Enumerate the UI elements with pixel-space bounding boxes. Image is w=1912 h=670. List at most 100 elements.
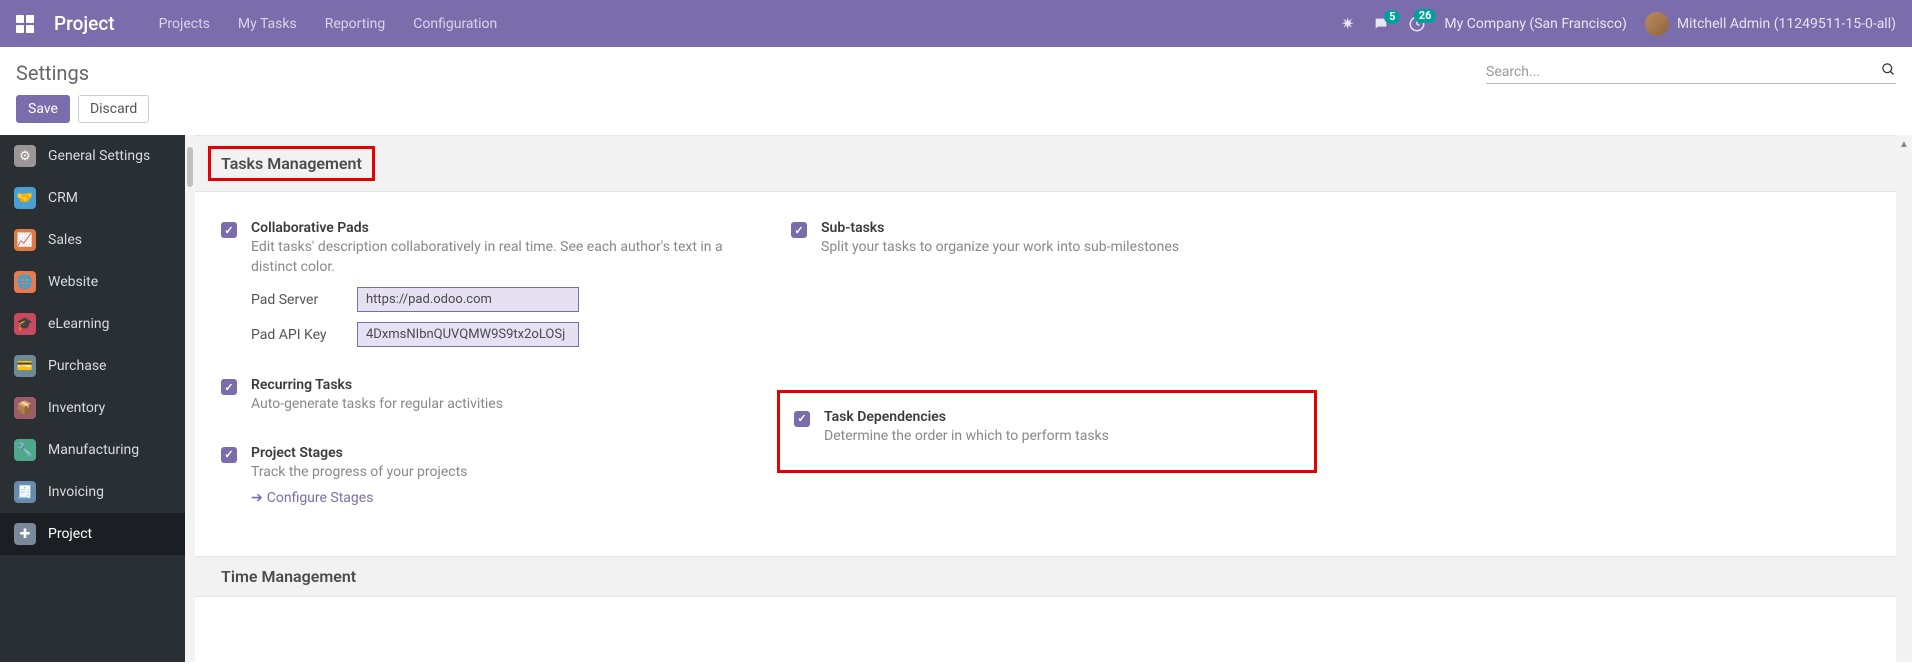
- checkbox-subtasks[interactable]: [791, 222, 807, 238]
- setting-title: Sub-tasks: [821, 220, 1303, 236]
- setting-subtasks: Sub-tasks Split your tasks to organize y…: [777, 212, 1317, 266]
- setting-body: Sub-tasks Split your tasks to organize y…: [821, 220, 1303, 258]
- spacer: [777, 280, 1317, 390]
- setting-body: Project Stages Track the progress of you…: [251, 445, 733, 507]
- nav-link-reporting[interactable]: Reporting: [325, 16, 386, 32]
- debug-icon[interactable]: ✷: [1341, 14, 1354, 33]
- sidebar-scrollbar[interactable]: [185, 135, 195, 662]
- nav-links: Projects My Tasks Reporting Configuratio…: [159, 16, 498, 32]
- sidebar-item-label: eLearning: [48, 316, 109, 332]
- sidebar-item-purchase[interactable]: 💳 Purchase: [0, 345, 185, 387]
- nav-link-mytasks[interactable]: My Tasks: [238, 16, 297, 32]
- invoice-icon: 🧾: [14, 481, 36, 503]
- setting-desc: Track the progress of your projects: [251, 463, 733, 483]
- sidebar-item-general[interactable]: ⚙ General Settings: [0, 135, 185, 177]
- pad-server-row: Pad Server: [251, 287, 733, 312]
- scroll-thumb[interactable]: [187, 147, 193, 187]
- sidebar-item-project[interactable]: ✚ Project: [0, 513, 185, 555]
- settings-content: Tasks Management Collaborative Pads Edit…: [195, 135, 1912, 662]
- card-icon: 💳: [14, 355, 36, 377]
- checkbox-collaborative-pads[interactable]: [221, 222, 237, 238]
- col-left: Collaborative Pads Edit tasks' descripti…: [207, 212, 747, 528]
- scroll-up-icon[interactable]: ▲: [1899, 139, 1909, 150]
- setting-title: Task Dependencies: [824, 409, 1300, 425]
- navbar-left: Project Projects My Tasks Reporting Conf…: [16, 12, 497, 35]
- sidebar-item-sales[interactable]: 📈 Sales: [0, 219, 185, 261]
- setting-desc: Determine the order in which to perform …: [824, 427, 1300, 447]
- checkbox-task-dependencies[interactable]: [794, 411, 810, 427]
- setting-desc: Edit tasks' description collaboratively …: [251, 238, 733, 277]
- pad-api-input[interactable]: [357, 322, 579, 347]
- setting-title: Recurring Tasks: [251, 377, 733, 393]
- apps-icon[interactable]: [16, 15, 34, 33]
- gear-icon: ⚙: [14, 145, 36, 167]
- content-scrollbar[interactable]: ▲: [1896, 135, 1912, 662]
- sidebar-item-manufacturing[interactable]: 🔧 Manufacturing: [0, 429, 185, 471]
- configure-stages-link[interactable]: ➔ Configure Stages: [251, 490, 373, 506]
- sidebar-item-label: Sales: [48, 232, 82, 248]
- chart-icon: 📈: [14, 229, 36, 251]
- globe-icon: 🌐: [14, 271, 36, 293]
- messages-badge: 5: [1384, 10, 1400, 24]
- pad-server-input[interactable]: [357, 287, 579, 312]
- sidebar-item-label: Manufacturing: [48, 442, 139, 458]
- setting-project-stages: Project Stages Track the progress of you…: [207, 437, 747, 515]
- discard-button[interactable]: Discard: [78, 95, 149, 123]
- search-input[interactable]: [1486, 64, 1875, 80]
- search-box[interactable]: [1486, 62, 1896, 84]
- sidebar-item-inventory[interactable]: 📦 Inventory: [0, 387, 185, 429]
- action-bar: Save Discard: [0, 95, 1912, 135]
- search-icon[interactable]: [1881, 62, 1896, 81]
- sidebar-item-label: Inventory: [48, 400, 105, 416]
- sidebar-item-label: Website: [48, 274, 98, 290]
- sidebar-item-label: Invoicing: [48, 484, 104, 500]
- app-brand[interactable]: Project: [54, 12, 115, 35]
- main: ⚙ General Settings 🤝 CRM 📈 Sales 🌐 Websi…: [0, 135, 1912, 662]
- setting-title: Collaborative Pads: [251, 220, 733, 236]
- arrow-right-icon: ➔: [251, 490, 263, 506]
- pad-server-label: Pad Server: [251, 292, 347, 308]
- section-header-tasks: Tasks Management: [195, 135, 1912, 192]
- handshake-icon: 🤝: [14, 187, 36, 209]
- highlight-tasks-management: Tasks Management: [208, 146, 375, 181]
- company-selector[interactable]: My Company (San Francisco): [1444, 16, 1626, 32]
- sidebar-item-label: Purchase: [48, 358, 106, 374]
- sidebar-item-website[interactable]: 🌐 Website: [0, 261, 185, 303]
- section-title-time: Time Management: [221, 567, 356, 586]
- section-header-time: Time Management: [195, 556, 1912, 597]
- sidebar-item-elearning[interactable]: 🎓 eLearning: [0, 303, 185, 345]
- top-navbar: Project Projects My Tasks Reporting Conf…: [0, 0, 1912, 47]
- pad-api-label: Pad API Key: [251, 327, 347, 343]
- setting-task-dependencies: Task Dependencies Determine the order in…: [777, 390, 1317, 474]
- activity-icon[interactable]: 26: [1408, 15, 1426, 33]
- setting-desc: Split your tasks to organize your work i…: [821, 238, 1303, 258]
- toolbar: Settings: [0, 47, 1912, 95]
- user-name: Mitchell Admin (11249511-15-0-all): [1677, 16, 1896, 32]
- sidebar-item-invoicing[interactable]: 🧾 Invoicing: [0, 471, 185, 513]
- section-title-tasks: Tasks Management: [221, 154, 362, 173]
- checkbox-recurring-tasks[interactable]: [221, 379, 237, 395]
- setting-title: Project Stages: [251, 445, 733, 461]
- checkbox-project-stages[interactable]: [221, 447, 237, 463]
- sidebar-item-label: Project: [48, 526, 92, 542]
- setting-recurring-tasks: Recurring Tasks Auto-generate tasks for …: [207, 369, 747, 423]
- tasks-settings-grid: Collaborative Pads Edit tasks' descripti…: [195, 192, 1912, 556]
- settings-sidebar: ⚙ General Settings 🤝 CRM 📈 Sales 🌐 Websi…: [0, 135, 185, 662]
- nav-link-configuration[interactable]: Configuration: [413, 16, 497, 32]
- nav-link-projects[interactable]: Projects: [159, 16, 210, 32]
- setting-body: Task Dependencies Determine the order in…: [824, 409, 1300, 447]
- setting-body: Collaborative Pads Edit tasks' descripti…: [251, 220, 733, 347]
- graduation-icon: 🎓: [14, 313, 36, 335]
- page-title: Settings: [16, 61, 89, 85]
- configure-stages-label: Configure Stages: [267, 490, 374, 506]
- sidebar-item-crm[interactable]: 🤝 CRM: [0, 177, 185, 219]
- box-icon: 📦: [14, 397, 36, 419]
- save-button[interactable]: Save: [16, 95, 70, 123]
- setting-body: Recurring Tasks Auto-generate tasks for …: [251, 377, 733, 415]
- activity-badge: 26: [1414, 9, 1437, 23]
- setting-desc: Auto-generate tasks for regular activiti…: [251, 395, 733, 415]
- user-menu[interactable]: Mitchell Admin (11249511-15-0-all): [1645, 12, 1896, 36]
- messages-icon[interactable]: 5: [1372, 16, 1390, 32]
- avatar: [1645, 12, 1669, 36]
- sidebar-item-label: General Settings: [48, 148, 150, 164]
